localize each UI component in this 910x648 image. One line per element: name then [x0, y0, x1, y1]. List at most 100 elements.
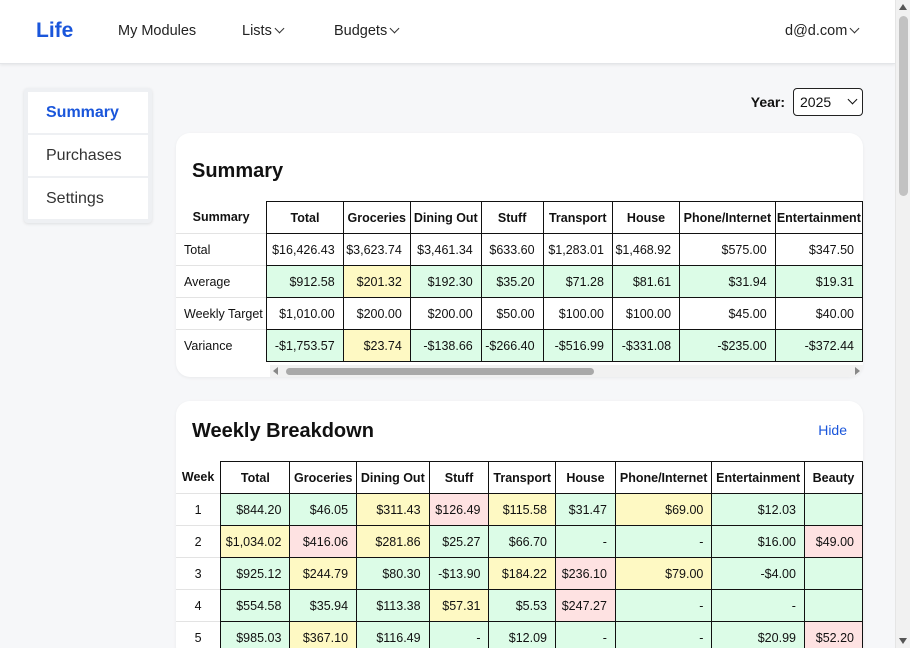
- column-header-house: House: [555, 461, 616, 494]
- table-row: 3 $925.12 $244.79 $80.30 -$13.90 $184.22 $236.…: [176, 557, 863, 590]
- column-header-phone-internet: Phone/Internet: [679, 201, 776, 234]
- hide-button[interactable]: Hide: [818, 422, 847, 438]
- table-cell: $81.61: [611, 265, 681, 298]
- table-cell: $633.60: [480, 233, 544, 266]
- column-header-stuff: Stuff: [480, 201, 544, 234]
- column-header-beauty: Beauty: [803, 461, 863, 494]
- chevron-down-icon: [847, 94, 858, 104]
- table-cell: $281.86: [356, 525, 430, 558]
- table-cell: $925.12: [220, 557, 291, 590]
- table-cell: -: [555, 621, 616, 648]
- table-cell: $12.09: [488, 621, 556, 648]
- table-cell: $35.20: [480, 265, 544, 298]
- table-cell: $1,283.01: [542, 233, 613, 266]
- table-cell: $247.27: [555, 589, 616, 622]
- table-cell: -: [614, 525, 713, 558]
- column-header-stuff: Stuff: [428, 461, 490, 494]
- column-header-house: House: [611, 201, 681, 234]
- chevron-down-icon: [274, 23, 285, 34]
- table-cell: -: [555, 525, 616, 558]
- column-header-dining-out: Dining Out: [409, 201, 482, 234]
- table-row: 5 $985.03 $367.10 $116.49- $12.09- - $20.99 $52…: [176, 621, 863, 648]
- scroll-right-icon[interactable]: [855, 367, 860, 375]
- table-cell: $79.00: [614, 557, 713, 590]
- summary-horizontal-scrollbar[interactable]: [270, 365, 863, 377]
- sidebar-item-purchases[interactable]: Purchases: [28, 135, 148, 176]
- scroll-left-icon[interactable]: [273, 367, 278, 375]
- weekly-table: Week Total Groceries Dining Out Stuff Transpo…: [176, 461, 863, 648]
- table-cell: -$4.00: [711, 557, 805, 590]
- table-cell: $3,623.74: [342, 233, 411, 266]
- table-cell: $3,461.34: [409, 233, 482, 266]
- table-cell: $347.50: [774, 233, 863, 266]
- summary-title: Summary: [192, 160, 284, 182]
- table-cell: $244.79: [289, 557, 358, 590]
- nav-lists-dropdown[interactable]: Lists: [242, 23, 285, 39]
- table-cell: $35.94: [289, 589, 358, 622]
- table-row: 1 $844.20 $46.05 $311.43 $126.49 $115.58 $31.4…: [176, 493, 863, 526]
- nav-label: Lists: [242, 23, 272, 39]
- table-cell: $116.49: [356, 621, 430, 648]
- table-cell: -$13.90: [428, 557, 490, 590]
- table-cell: $46.05: [289, 493, 358, 526]
- sidebar-item-summary[interactable]: Summary: [28, 92, 148, 133]
- column-header-entertainment: Entertainment: [711, 461, 805, 494]
- table-cell: $1,468.92: [611, 233, 681, 266]
- chevron-down-icon: [389, 23, 400, 34]
- row-label: Weekly Target: [176, 297, 267, 330]
- table-cell: -$372.44: [774, 329, 863, 362]
- table-cell: $416.06: [289, 525, 358, 558]
- table-cell: $1,034.02: [220, 525, 291, 558]
- row-label: 2: [176, 525, 221, 558]
- table-cell: -$331.08: [611, 329, 681, 362]
- table-cell: -: [428, 621, 490, 648]
- nav-my-modules[interactable]: My Modules: [118, 23, 196, 39]
- year-select[interactable]: 2025: [793, 88, 863, 116]
- table-cell: $23.74: [342, 329, 411, 362]
- table-cell: [803, 557, 863, 590]
- table-cell: -$138.66: [409, 329, 482, 362]
- nav-budgets-dropdown[interactable]: Budgets: [334, 23, 400, 39]
- page-scrollbar[interactable]: [895, 0, 910, 648]
- scrollbar-thumb[interactable]: [286, 368, 594, 375]
- table-cell: $45.00: [679, 297, 776, 330]
- table-row: 4 $554.58 $35.94 $113.38 $57.31 $5.53 $247.27-…: [176, 589, 863, 622]
- table-cell: $5.53: [488, 589, 556, 622]
- table-cell: [803, 493, 863, 526]
- weekly-breakdown-title: Weekly Breakdown: [192, 420, 374, 442]
- table-cell: $200.00: [409, 297, 482, 330]
- table-cell: $100.00: [542, 297, 613, 330]
- scrollbar-thumb[interactable]: [899, 16, 908, 196]
- user-menu-dropdown[interactable]: d@d.com: [785, 23, 860, 39]
- table-cell: $31.47: [555, 493, 616, 526]
- sidebar-item-settings[interactable]: Settings: [28, 178, 148, 219]
- corner-header: Summary: [176, 201, 267, 234]
- table-cell: $20.99: [711, 621, 805, 648]
- table-cell: [803, 589, 863, 622]
- table-cell: $985.03: [220, 621, 291, 648]
- table-cell: $575.00: [679, 233, 776, 266]
- weekly-breakdown-card: Weekly Breakdown Hide Week Total Groceries…: [176, 401, 863, 648]
- summary-table-container: Summary Total Groceries Dining Out Stuff Tran…: [176, 201, 863, 365]
- scroll-down-icon[interactable]: [899, 638, 907, 644]
- table-cell: $57.31: [428, 589, 490, 622]
- table-cell: $19.31: [774, 265, 863, 298]
- table-cell: $12.03: [711, 493, 805, 526]
- table-cell: $311.43: [356, 493, 430, 526]
- table-cell: -: [614, 589, 713, 622]
- user-email: d@d.com: [785, 23, 848, 39]
- table-cell: $126.49: [428, 493, 490, 526]
- table-cell: $100.00: [611, 297, 681, 330]
- table-cell: $69.00: [614, 493, 713, 526]
- table-row: Weekly Target $1,010.00 $200.00 $200.00 $50.…: [176, 297, 863, 330]
- table-row: Total $16,426.43 $3,623.74 $3,461.34 $633.60…: [176, 233, 863, 266]
- summary-card: Summary Summary Total Groceries Dining Out S…: [176, 133, 863, 377]
- brand-logo[interactable]: Life: [36, 19, 73, 43]
- table-cell: $115.58: [488, 493, 556, 526]
- table-cell: $66.70: [488, 525, 556, 558]
- table-cell: $25.27: [428, 525, 490, 558]
- sidebar: Summary Purchases Settings: [24, 88, 152, 223]
- table-cell: $192.30: [409, 265, 482, 298]
- weekly-table-container: Week Total Groceries Dining Out Stuff Transpo…: [176, 461, 863, 648]
- scroll-up-icon[interactable]: [899, 4, 907, 10]
